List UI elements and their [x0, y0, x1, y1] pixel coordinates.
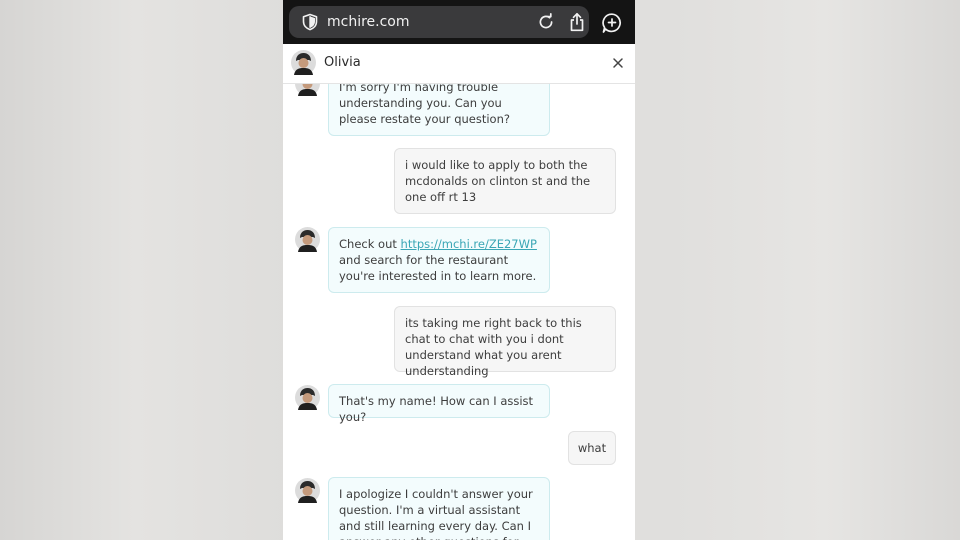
agent-name: Olivia	[324, 55, 361, 70]
message-text: its taking me right back to this chat to…	[405, 316, 582, 378]
phone-screen: mchire.com Olivia I'm sorry I'm having t…	[283, 0, 635, 540]
reload-icon[interactable]	[537, 13, 555, 31]
restaurant-link[interactable]: https://mchi.re/ZE27WP	[401, 237, 537, 251]
user-message: what	[568, 431, 616, 465]
user-message: its taking me right back to this chat to…	[394, 306, 616, 378]
browser-toolbar: mchire.com	[283, 0, 635, 44]
chat-header: Olivia	[283, 44, 635, 84]
message-text: I'm sorry I'm having trouble understandi…	[339, 84, 510, 126]
message-text: That's my name! How can I assist you?	[339, 394, 534, 424]
olivia-avatar	[291, 50, 316, 75]
user-message: i would like to apply to both the mcdona…	[394, 148, 616, 214]
bot-avatar	[295, 227, 320, 252]
close-icon[interactable]	[611, 56, 625, 70]
bot-message: I apologize I couldn't answer your quest…	[328, 477, 550, 540]
bot-message: Check out https://mchi.re/ZE27WP and sea…	[328, 227, 550, 293]
bot-message: I'm sorry I'm having trouble understandi…	[328, 84, 550, 136]
bot-message: That's my name! How can I assist you?	[328, 384, 550, 424]
message-text: I apologize I couldn't answer your quest…	[339, 487, 533, 540]
bot-avatar	[295, 478, 320, 503]
share-icon[interactable]	[568, 12, 586, 32]
message-text: what	[577, 441, 607, 455]
message-list[interactable]: I'm sorry I'm having trouble understandi…	[283, 84, 635, 540]
chat-plus-icon[interactable]	[601, 12, 623, 34]
message-text: i would like to apply to both the mcdona…	[405, 158, 591, 204]
bot-avatar	[295, 385, 320, 410]
message-text: and search for the restaurant you're int…	[339, 253, 537, 283]
address-bar[interactable]: mchire.com	[289, 6, 589, 38]
shield-icon[interactable]	[301, 13, 319, 31]
bot-avatar	[295, 84, 320, 96]
message-text: Check out	[339, 237, 401, 251]
url-text[interactable]: mchire.com	[327, 13, 410, 31]
